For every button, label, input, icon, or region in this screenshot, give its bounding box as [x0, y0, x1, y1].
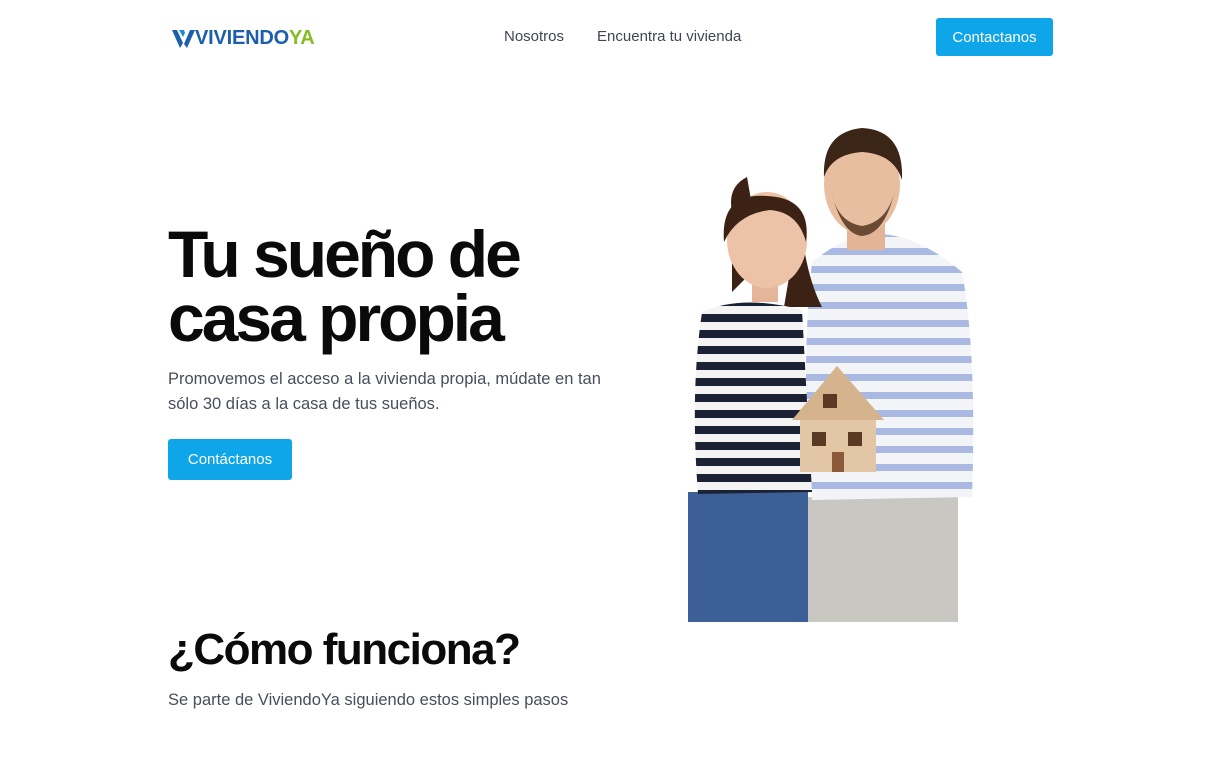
- main-nav: Nosotros Encuentra tu vivienda: [504, 28, 741, 46]
- nav-link-encuentra-vivienda[interactable]: Encuentra tu vivienda: [597, 28, 741, 46]
- hero-subtitle: Promovemos el acceso a la vivienda propi…: [168, 370, 601, 413]
- hero-title: Tu sueño de casa propia: [168, 217, 588, 355]
- hero-title-line2: casa propia: [168, 281, 505, 355]
- logo-text-part2: YA: [288, 27, 315, 49]
- logo-mark-icon: [172, 30, 195, 48]
- header-contact-button[interactable]: Contactanos: [936, 18, 1053, 56]
- hero-title-line1: Tu sueño de: [168, 217, 522, 291]
- how-it-works-title: ¿Cómo funciona?: [168, 625, 521, 674]
- logo-text-part1: VIVIENDO: [195, 27, 289, 49]
- hero-contact-button[interactable]: Contáctanos: [168, 439, 292, 480]
- hero-image: [688, 128, 974, 622]
- logo-text: VIVIENDOYA: [195, 26, 315, 50]
- brand-logo[interactable]: VIVIENDOYA: [171, 24, 315, 52]
- how-it-works-subtitle: Se parte de ViviendoYa siguiendo estos s…: [168, 691, 569, 709]
- nav-link-nosotros[interactable]: Nosotros: [504, 28, 564, 46]
- woman-figure: [688, 177, 822, 622]
